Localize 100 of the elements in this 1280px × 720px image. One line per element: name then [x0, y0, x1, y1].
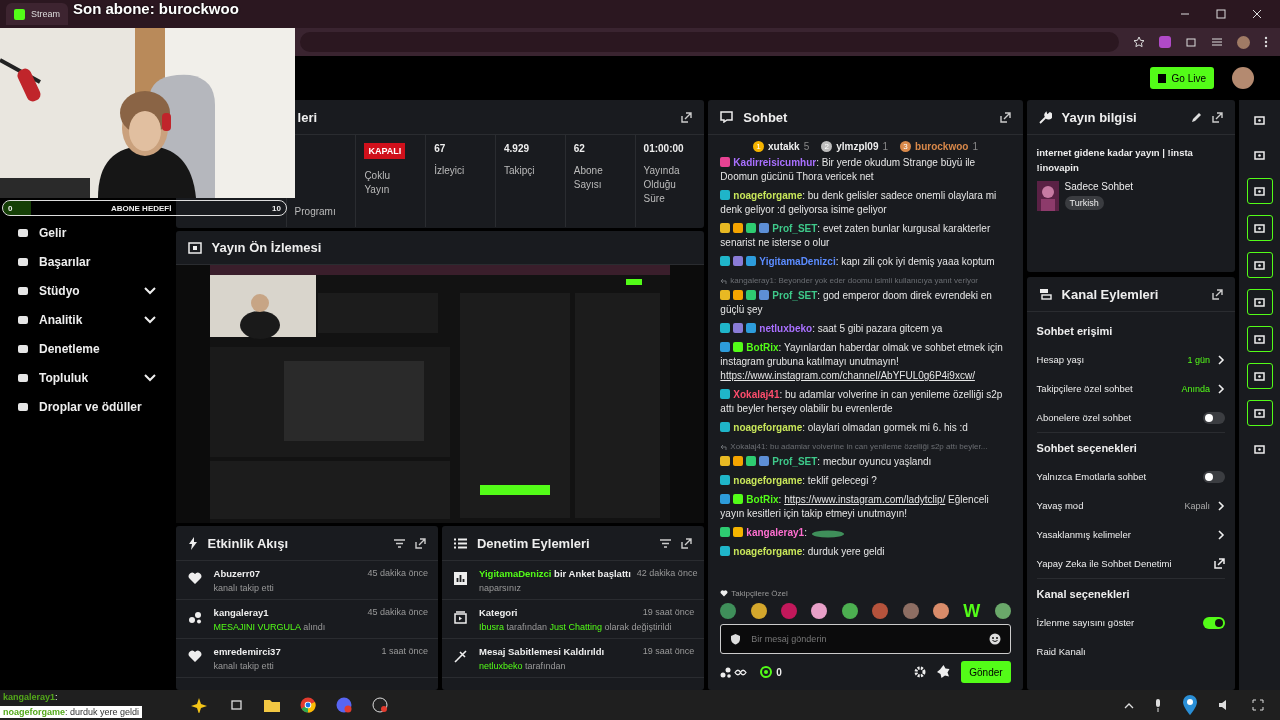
timestamp: 19 saat önce	[642, 607, 695, 618]
heart-icon	[720, 590, 729, 597]
chat-message: noageforgame: olaylari olmadan gormek mi 6. his :d	[720, 421, 1011, 435]
sidebar-item[interactable]: Topluluk	[0, 363, 172, 392]
close-icon[interactable]	[1252, 9, 1262, 19]
user-avatar[interactable]	[1232, 67, 1254, 89]
recorder-icon[interactable]	[372, 697, 388, 713]
toggle-switch[interactable]	[1203, 616, 1226, 629]
popout-icon[interactable]	[681, 111, 693, 123]
panel-toggle-button[interactable]	[1246, 252, 1273, 278]
settings-icon[interactable]	[914, 666, 927, 678]
chevron-right-icon[interactable]	[1218, 500, 1226, 511]
chevron-right-icon[interactable]	[1218, 354, 1226, 365]
panel-icon	[1254, 149, 1266, 161]
external-link-icon[interactable]	[1214, 558, 1226, 569]
goal-label: ABONE HEDEFİ	[111, 203, 172, 213]
profile-avatar[interactable]	[1237, 35, 1250, 49]
menu-icon[interactable]	[1211, 36, 1223, 48]
task-view-icon[interactable]	[230, 699, 244, 711]
maximize-icon[interactable]	[1216, 9, 1226, 19]
panel-toggle-button[interactable]	[1246, 215, 1273, 241]
setting-label: Yapay Zeka ile Sohbet Denetimi	[1036, 558, 1173, 569]
reply-icon	[720, 444, 728, 450]
chat-message: Xokalaj41: bu adamlar volverine in can yenileme özelliği s2p attı beyler herşey olabilir bu evrenlerde	[720, 388, 1004, 416]
badge-star-icon[interactable]	[936, 665, 952, 679]
popout-icon[interactable]	[1212, 111, 1224, 123]
emote[interactable]	[750, 603, 767, 619]
emote[interactable]	[994, 603, 1011, 619]
stat-label: Abone Sayısı	[573, 164, 604, 192]
message-input[interactable]: Bir mesaj gönderin	[720, 624, 1011, 654]
browser-taskbar-icon[interactable]	[300, 697, 316, 713]
more-icon[interactable]	[1264, 36, 1268, 48]
sidebar-item[interactable]: Stüdyo	[0, 276, 172, 305]
timestamp: 19 saat önce	[642, 646, 695, 657]
popout-icon[interactable]	[999, 111, 1011, 123]
chevron-right-icon[interactable]	[1218, 383, 1226, 394]
panel-toggle-button[interactable]	[1246, 400, 1273, 426]
stat-value: 67	[434, 143, 447, 154]
popout-icon[interactable]	[414, 537, 426, 549]
emote[interactable]: W	[963, 602, 981, 620]
popout-icon[interactable]	[1212, 288, 1224, 300]
chat-app-icon[interactable]	[336, 697, 352, 713]
timestamp: 1 saat önce	[381, 646, 428, 657]
panel-title: Kanal Eylemleri	[1061, 286, 1159, 302]
sidebar-item[interactable]: Droplar ve ödüller	[0, 392, 172, 421]
leader-name: burockwoo	[915, 141, 969, 152]
action-title: Kategori	[478, 607, 518, 618]
chevron-up-icon[interactable]	[1124, 701, 1134, 709]
stat-value: 01:00:00	[643, 143, 685, 154]
go-live-button[interactable]: Go Live	[1149, 67, 1214, 89]
username: kangaleray1	[213, 607, 269, 618]
emote-section-label: Takipçilere Özel	[731, 589, 788, 598]
setting-value: 1 gün	[1187, 354, 1211, 365]
list-icon	[453, 537, 467, 549]
star-icon[interactable]	[1133, 36, 1145, 48]
panel-toggle-button[interactable]	[1246, 363, 1273, 389]
section-heading: Sohbet erişimi	[1036, 323, 1114, 339]
emote[interactable]	[811, 603, 828, 619]
panel-icon	[1254, 296, 1266, 308]
chat-message: Prof_SET: god emperor doom direk evrendeki en güçlü şey	[720, 289, 993, 317]
edit-icon[interactable]	[1191, 111, 1203, 123]
toggle-switch[interactable]	[1203, 470, 1226, 483]
stat-label: Takipçi	[504, 164, 536, 178]
language-tag: Turkish	[1064, 196, 1104, 210]
username: emredemirci37	[213, 646, 281, 657]
toggle-switch[interactable]	[1203, 411, 1226, 424]
chat-message: YigitamaDenizci: kapı zili çok iyi demiş yaaa koptum	[720, 255, 1011, 269]
event-description: kanalı takip etti	[213, 583, 275, 593]
panel-toggle-button[interactable]	[1246, 178, 1273, 204]
filter-icon[interactable]	[660, 538, 672, 548]
browser-tab[interactable]: Stream	[6, 3, 68, 25]
event-description: kanalı takip etti	[213, 661, 275, 671]
popout-icon[interactable]	[681, 537, 693, 549]
emote[interactable]	[902, 603, 919, 619]
sidebar-item[interactable]: Başarılar	[0, 247, 172, 276]
folder-icon[interactable]	[264, 698, 280, 712]
microphone-icon[interactable]	[1154, 698, 1162, 712]
sidebar-item[interactable]: Denetleme	[0, 334, 172, 363]
panel-icon	[1254, 443, 1266, 455]
emote[interactable]	[872, 603, 889, 619]
panel-toggle-button[interactable]	[1246, 289, 1273, 315]
panel-toggle-button[interactable]	[1246, 326, 1273, 352]
emote[interactable]	[841, 603, 858, 619]
overlay-chat-line: kangaleray1:	[2, 691, 59, 703]
filter-icon[interactable]	[393, 538, 405, 548]
action-title: YigitamaDenizci bir Anket başlattı	[478, 568, 631, 579]
leader-name: ylmzpl09	[836, 141, 879, 152]
lightning-icon	[187, 536, 198, 550]
chevron-right-icon[interactable]	[1218, 529, 1226, 540]
event-description: MESAJINI VURGULA alındı	[213, 622, 327, 632]
emoji-icon[interactable]	[988, 633, 1001, 645]
emote[interactable]	[932, 603, 949, 619]
send-button[interactable]: Gönder	[961, 661, 1011, 683]
sidebar-item[interactable]: Gelir	[0, 218, 172, 247]
chat-message: BotRix: Yayınlardan haberdar olmak ve sohbet etmek için instagram grubuna katılmayı unutmayın! https://www.instagram.com/channel/AbYFUL0g6P4i9xcw/	[720, 341, 1004, 383]
emote[interactable]	[720, 603, 737, 619]
reply-icon	[720, 278, 728, 284]
category-name[interactable]: Sadece Sohbet	[1064, 181, 1133, 192]
panel-title: Sohbet	[743, 109, 788, 125]
sidebar-item[interactable]: Analitik	[0, 305, 172, 334]
